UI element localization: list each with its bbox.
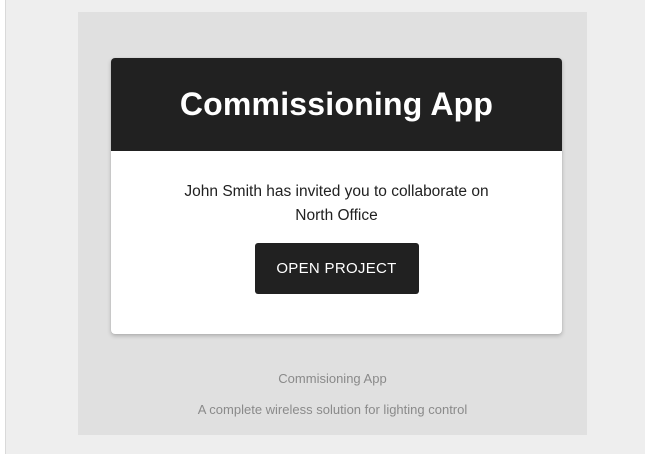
footer-app-name: Commisioning App <box>278 371 387 386</box>
app-title: Commissioning App <box>179 86 494 122</box>
card-header: Commissioning App <box>111 58 562 151</box>
card-content: John Smith has invited you to collaborat… <box>111 151 562 294</box>
email-viewport: Commissioning App John Smith has invited… <box>5 0 645 454</box>
open-project-button[interactable]: OPEN PROJECT <box>254 243 419 294</box>
project-name: North Office <box>295 207 378 224</box>
email-body: Commissioning App John Smith has invited… <box>78 12 587 435</box>
invitation-card: Commissioning App John Smith has invited… <box>111 58 562 334</box>
footer-tagline: A complete wireless solution for lightin… <box>197 402 468 417</box>
invite-message: John Smith has invited you to collaborat… <box>184 183 489 200</box>
